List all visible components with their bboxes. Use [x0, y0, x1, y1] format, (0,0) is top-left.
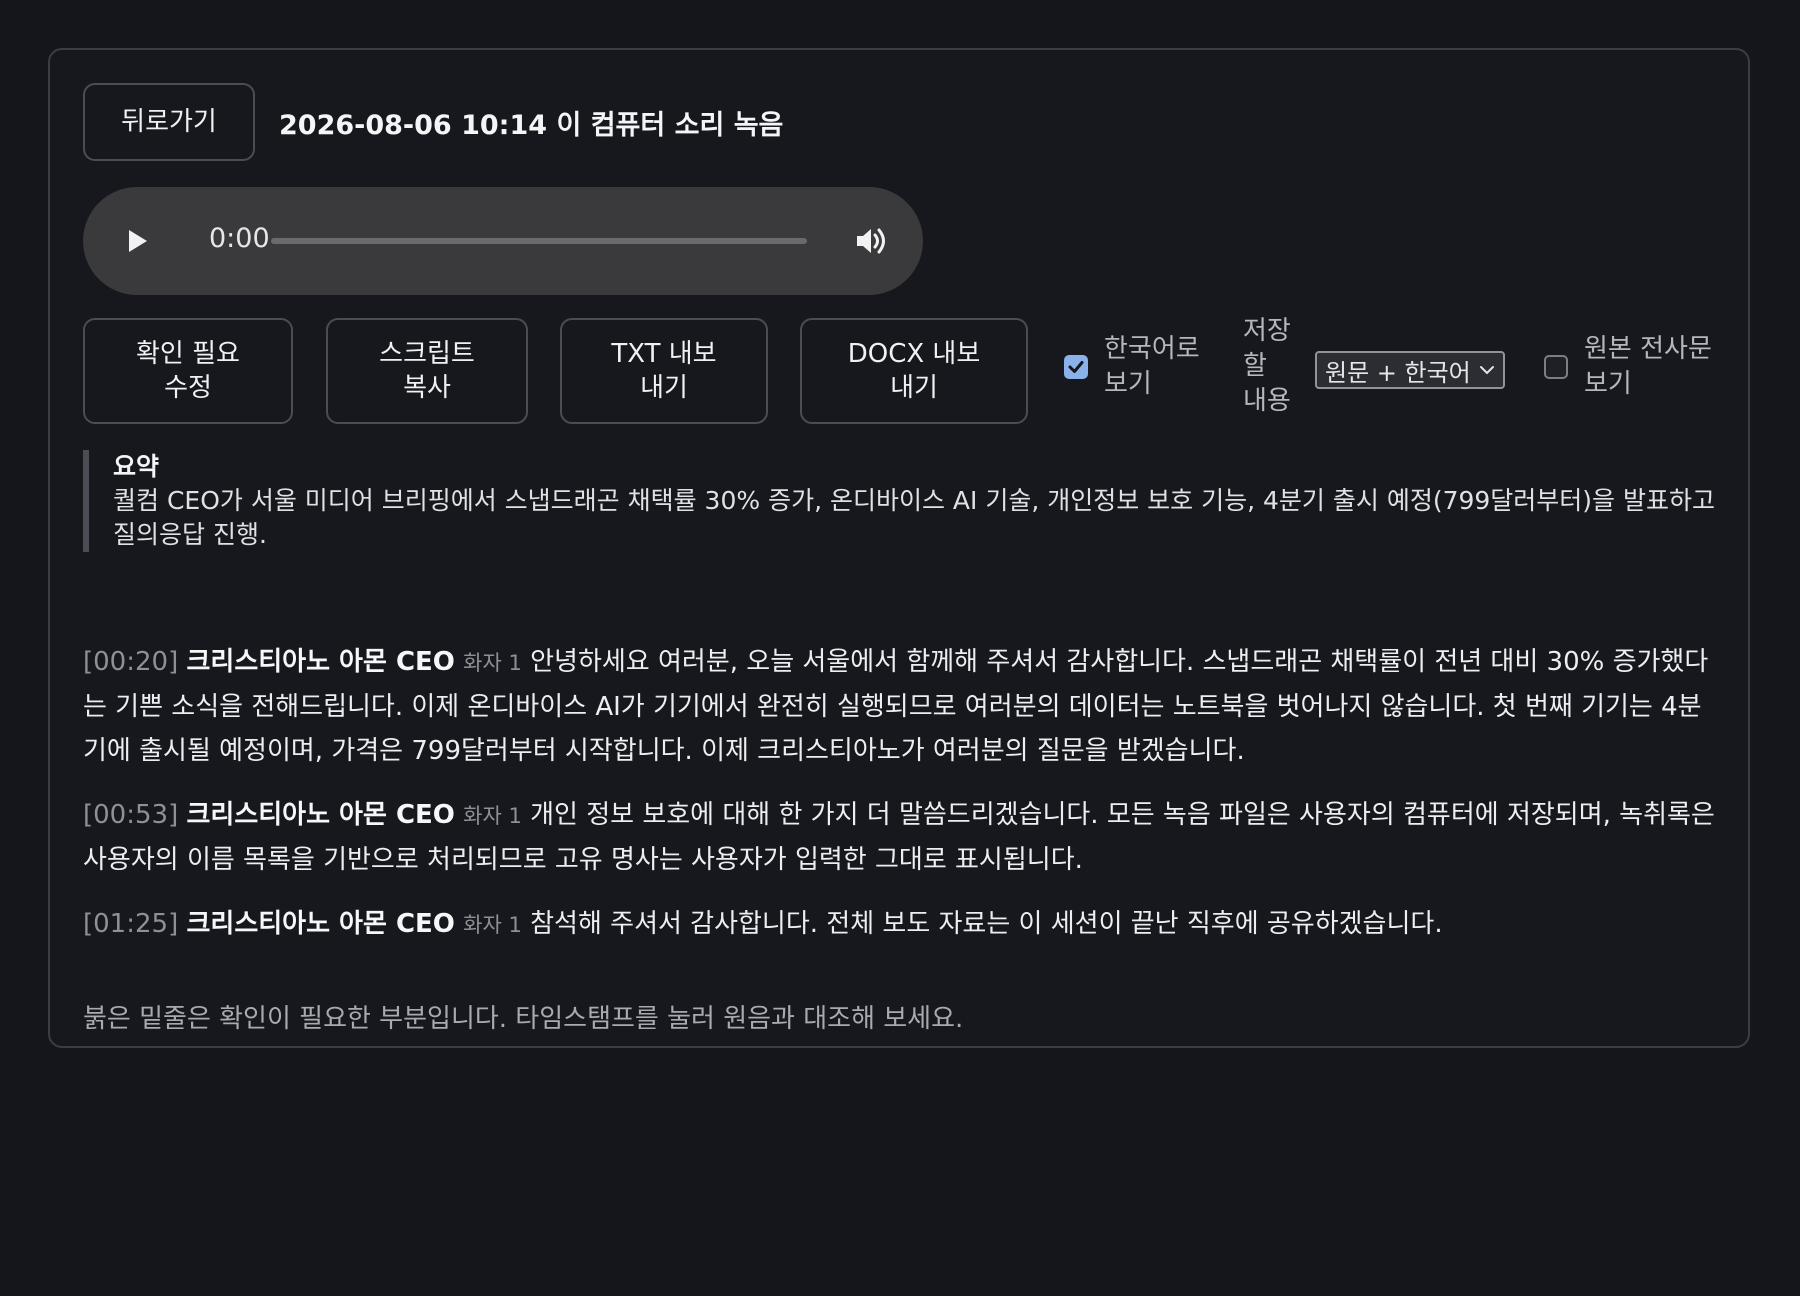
export-docx-button[interactable]: DOCX 내보내기 — [800, 318, 1028, 424]
segment-speaker: 크리스티아노 아몬 CEO — [186, 800, 455, 830]
segment-speaker-tag: 화자 1 — [463, 651, 522, 675]
korean-view-checkbox[interactable] — [1064, 355, 1088, 379]
copy-script-label: 스크립트 복사 — [379, 339, 475, 403]
export-txt-button[interactable]: TXT 내보내기 — [560, 318, 768, 424]
volume-icon[interactable] — [855, 225, 889, 257]
checkmark-icon — [1068, 361, 1084, 373]
back-button[interactable]: 뒤로가기 — [83, 83, 255, 161]
segment-speaker: 크리스티아노 아몬 CEO — [186, 909, 455, 939]
summary-text: 퀄컴 CEO가 서울 미디어 브리핑에서 스냅드래곤 채택률 30% 증가, 온… — [113, 486, 1715, 549]
segment-speaker-tag: 화자 1 — [463, 913, 522, 937]
chevron-down-icon — [1480, 366, 1494, 375]
page-title: 2026-08-06 10:14 이 컴퓨터 소리 녹음 — [279, 109, 784, 141]
segment-timestamp[interactable]: [00:20] — [83, 647, 178, 677]
segment-speaker: 크리스티아노 아몬 CEO — [186, 647, 455, 677]
original-view-toggle[interactable]: 원본 전사문 보기 — [1544, 332, 1724, 402]
transcript-segment: [01:25] 크리스티아노 아몬 CEO 화자 1 참석해 주셔서 감사합니다… — [83, 902, 1723, 947]
transcript: [00:20] 크리스티아노 아몬 CEO 화자 1 안녕하세요 여러분, 오늘… — [83, 640, 1723, 967]
export-docx-label: DOCX 내보내기 — [847, 339, 981, 403]
header: 뒤로가기 2026-08-06 10:14 이 컴퓨터 소리 녹음 — [83, 83, 783, 161]
save-content-value: 원문 + 한국어 — [1325, 358, 1471, 387]
review-edit-label: 확인 필요 수정 — [136, 339, 240, 403]
segment-timestamp[interactable]: [01:25] — [83, 909, 178, 939]
transcript-segment: [00:20] 크리스티아노 아몬 CEO 화자 1 안녕하세요 여러분, 오늘… — [83, 640, 1723, 773]
original-view-label: 원본 전사문 보기 — [1584, 334, 1712, 399]
korean-view-toggle[interactable]: 한국어로 보기 — [1064, 332, 1214, 402]
transcript-segment: [00:53] 크리스티아노 아몬 CEO 화자 1 개인 정보 보호에 대해 … — [83, 793, 1723, 882]
export-txt-label: TXT 내보내기 — [611, 339, 717, 403]
summary-heading: 요약 — [113, 452, 160, 481]
review-edit-button[interactable]: 확인 필요 수정 — [83, 318, 293, 424]
segment-speaker-tag: 화자 1 — [463, 804, 522, 828]
footnote: 붉은 밑줄은 확인이 필요한 부분입니다. 타임스탬프를 눌러 원음과 대조해 … — [83, 1004, 964, 1034]
segment-text: 참석해 주셔서 감사합니다. 전체 보도 자료는 이 세션이 끝난 직후에 공유… — [530, 909, 1443, 939]
audio-progress-slider[interactable] — [271, 238, 807, 244]
audio-player: 0:00 — [83, 187, 923, 295]
save-content-select[interactable]: 원문 + 한국어 — [1315, 351, 1505, 389]
save-content-label: 저장할 내용 — [1243, 316, 1291, 416]
transcript-detail-panel: 뒤로가기 2026-08-06 10:14 이 컴퓨터 소리 녹음 0:00 확… — [48, 48, 1750, 1048]
segment-timestamp[interactable]: [00:53] — [83, 800, 178, 830]
toolbar: 확인 필요 수정 스크립트 복사 TXT 내보내기 DOCX 내보내기 한국어로… — [83, 316, 1733, 424]
original-view-checkbox[interactable] — [1544, 355, 1568, 379]
current-time: 0:00 — [209, 223, 270, 254]
copy-script-button[interactable]: 스크립트 복사 — [326, 318, 528, 424]
summary-block: 요약 퀄컴 CEO가 서울 미디어 브리핑에서 스냅드래곤 채택률 30% 증가… — [83, 450, 1723, 552]
play-icon[interactable] — [123, 227, 151, 255]
korean-view-label: 한국어로 보기 — [1104, 334, 1200, 399]
